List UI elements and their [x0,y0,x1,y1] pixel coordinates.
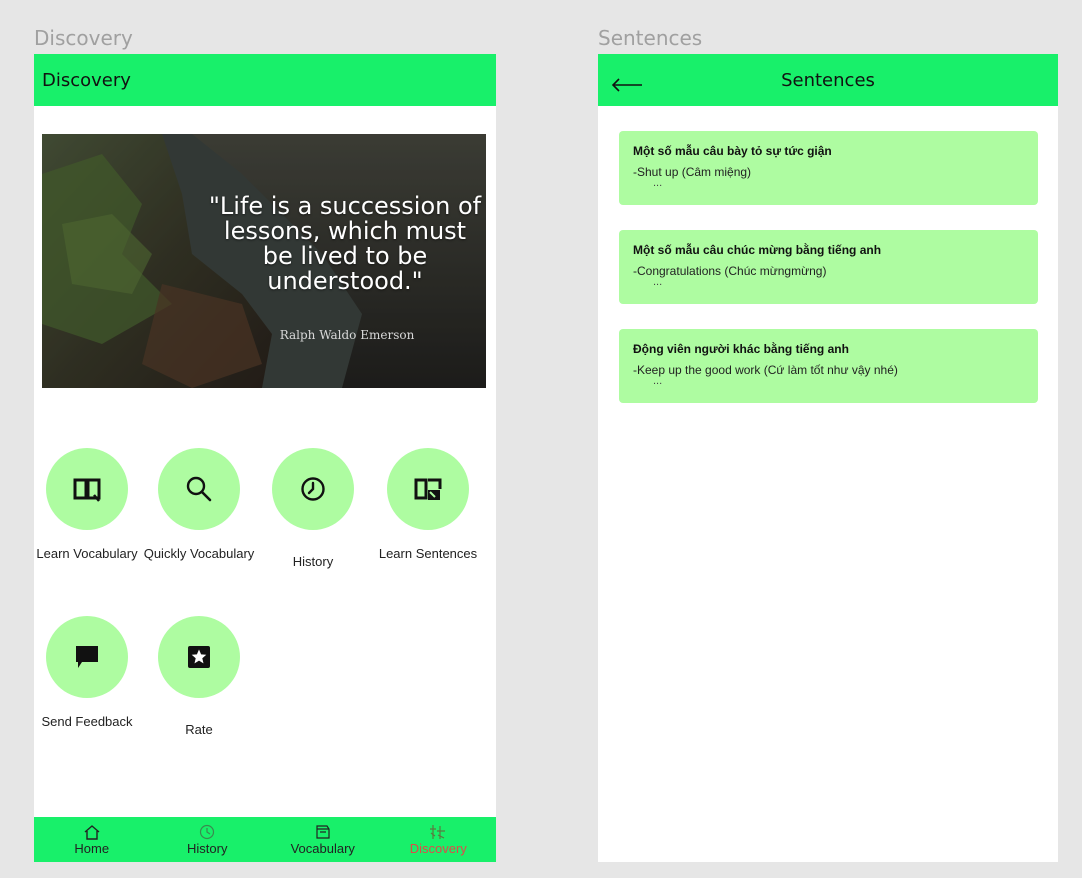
clock-icon [200,824,215,839]
feature-circle [387,448,469,530]
clock-icon [301,477,325,501]
card-example: -Keep up the good work (Cứ làm tốt như v… [633,363,898,377]
card-title: Động viên người khác bằng tiếng anh [633,342,849,356]
feature-history[interactable]: History [257,448,369,570]
card-example: -Congratulations (Chúc mừngmừng) [633,264,827,278]
discovery-icon [430,824,446,839]
nav-item-vocabulary[interactable]: Vocabulary [265,817,381,862]
nav-item-home[interactable]: Home [34,817,150,862]
bottom-navigation: Home History Vocabulary Discovery [34,817,496,862]
sentences-appbar: Sentences [598,54,1058,106]
feature-label: Learn Vocabulary [36,546,138,561]
star-box-icon [188,646,210,668]
appbar-title: Sentences [781,69,875,91]
back-arrow-icon[interactable] [610,66,644,94]
feature-label: Learn Sentences [378,546,478,561]
feature-send-feedback[interactable]: Send Feedback [34,616,143,730]
feature-learn-vocabulary[interactable]: Learn Vocabulary [34,448,143,562]
feature-circle [46,616,128,698]
card-title: Một số mẫu câu bày tỏ sự tức giận [633,144,832,158]
feature-label: History [292,554,334,569]
sentences-book-icon [414,478,442,500]
feature-label: Send Feedback [41,714,133,729]
home-icon [84,824,100,840]
appbar-title: Discovery [42,69,131,91]
sentence-card[interactable]: Một số mẫu câu bày tỏ sự tức giận -Shut … [619,131,1038,205]
feature-circle [158,448,240,530]
search-icon [186,476,212,502]
frame-title-discovery: Discovery [34,26,133,50]
frame-title-sentences: Sentences [598,26,703,50]
nav-label: Home [74,840,110,856]
card-more: ... [653,177,663,189]
feature-rate[interactable]: Rate [143,616,255,738]
sentence-card[interactable]: Một số mẫu câu chúc mừng bằng tiếng anh … [619,230,1038,304]
discovery-screen: Discovery "Life is a succession of lesso… [34,54,496,862]
nav-label: Discovery [409,840,467,856]
discovery-appbar: Discovery [34,54,496,106]
quote-banner: "Life is a succession of lessons, which … [42,134,486,388]
feature-circle [272,448,354,530]
feature-circle [158,616,240,698]
sentences-screen: Sentences Một số mẫu câu bày tỏ sự tức g… [598,54,1058,862]
card-more: ... [653,375,663,387]
nav-label: History [187,840,228,856]
card-more: ... [653,276,663,288]
nav-item-history[interactable]: History [150,817,266,862]
quote-text: "Life is a succession of lessons, which … [208,192,482,295]
quote-author: Ralph Waldo Emerson [279,328,415,342]
chat-bubble-icon [76,646,98,668]
nav-item-discovery[interactable]: Discovery [381,817,497,862]
sentence-card[interactable]: Động viên người khác bằng tiếng anh -Kee… [619,329,1038,403]
feature-label: Quickly Vocabulary [143,546,255,561]
feature-quickly-vocabulary[interactable]: Quickly Vocabulary [143,448,255,562]
card-title: Một số mẫu câu chúc mừng bằng tiếng anh [633,243,882,257]
nav-label: Vocabulary [290,840,355,856]
card-example: -Shut up (Câm miệng) [633,165,752,179]
book-icon [316,824,330,839]
feature-label: Rate [185,722,213,737]
feature-learn-sentences[interactable]: Learn Sentences [372,448,484,562]
feature-circle [46,448,128,530]
open-book-icon [73,478,101,502]
